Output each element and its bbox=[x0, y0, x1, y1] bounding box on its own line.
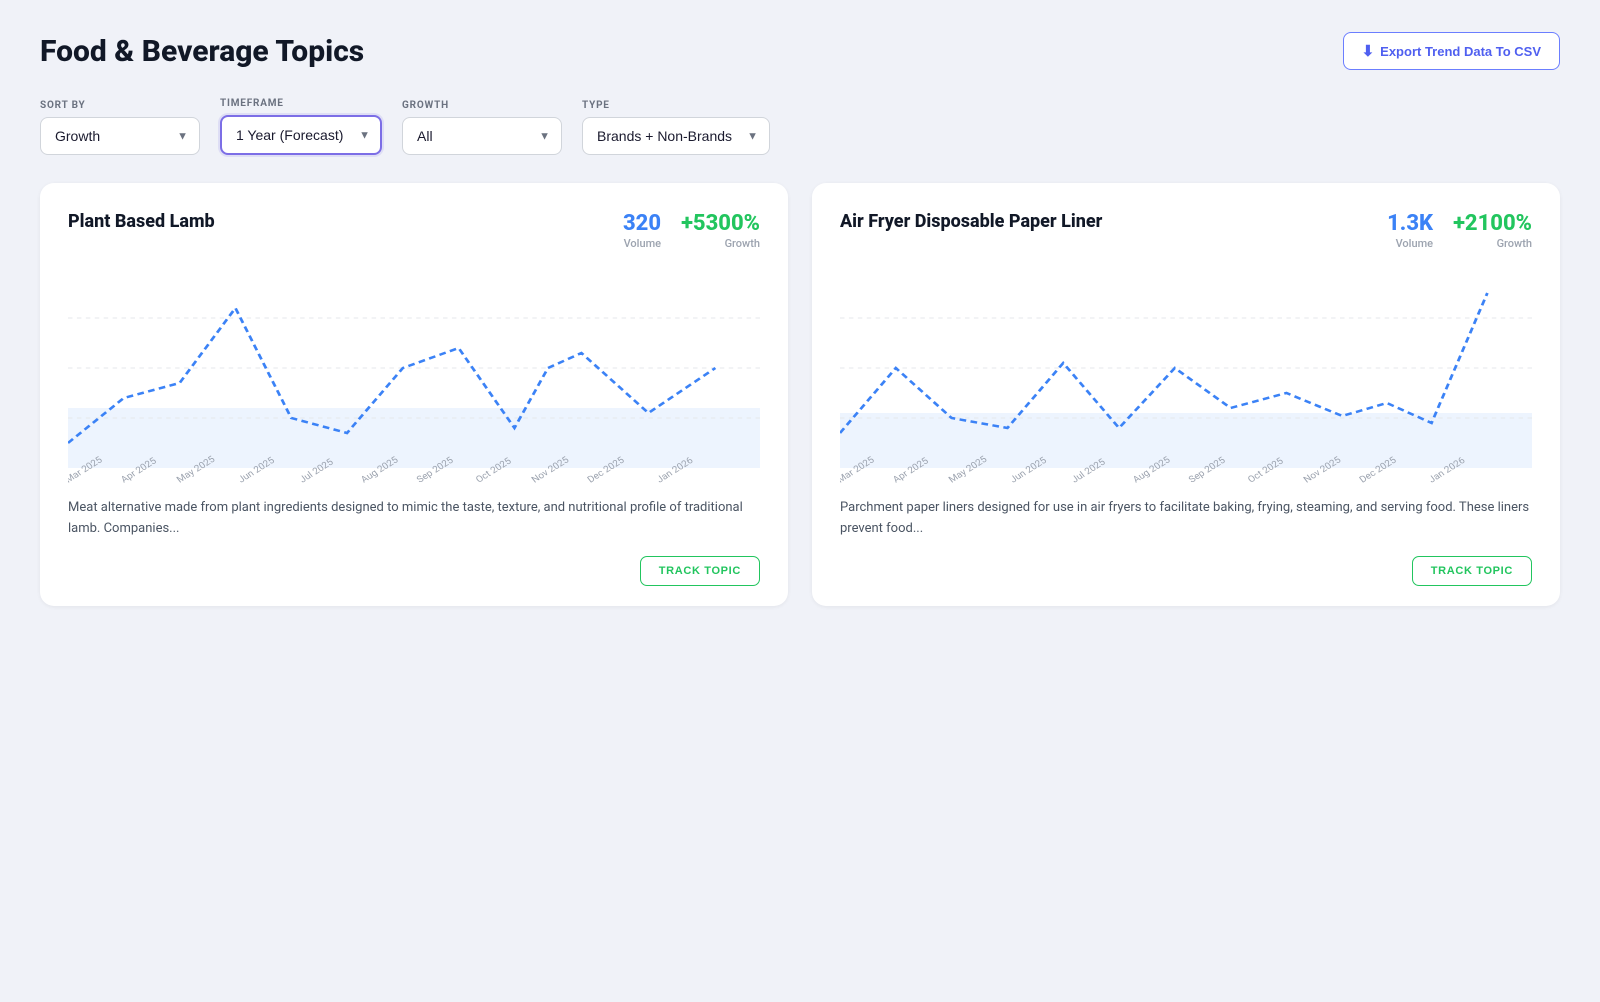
type-select-wrap: Brands + Non-Brands Brands Only Non-Bran… bbox=[582, 117, 770, 155]
sort-by-label: SORT BY bbox=[40, 100, 200, 111]
filters-bar: SORT BY Growth Volume Trending ▼ TIMEFRA… bbox=[40, 98, 1560, 155]
sort-by-select-wrap: Growth Volume Trending ▼ bbox=[40, 117, 200, 155]
cards-grid: Plant Based Lamb 320 Volume +5300% Growt… bbox=[40, 183, 1560, 606]
type-select[interactable]: Brands + Non-Brands Brands Only Non-Bran… bbox=[582, 117, 770, 155]
sort-by-select[interactable]: Growth Volume Trending bbox=[40, 117, 200, 155]
growth-filter: GROWTH All Positive Negative ▼ bbox=[402, 100, 562, 155]
volume-metric-1: 320 Volume bbox=[623, 211, 661, 250]
timeframe-select-wrap: 1 Year (Forecast) 6 Months 3 Months 1 Mo… bbox=[220, 115, 382, 155]
type-filter: TYPE Brands + Non-Brands Brands Only Non… bbox=[582, 100, 770, 155]
card-title-1: Plant Based Lamb bbox=[68, 211, 215, 232]
timeframe-select[interactable]: 1 Year (Forecast) 6 Months 3 Months 1 Mo… bbox=[220, 115, 382, 155]
growth-value-1: +5300% bbox=[681, 211, 760, 237]
volume-value-2: 1.3K bbox=[1387, 211, 1433, 237]
topic-card-1: Plant Based Lamb 320 Volume +5300% Growt… bbox=[40, 183, 788, 606]
export-button[interactable]: ⬇ Export Trend Data To CSV bbox=[1343, 32, 1560, 70]
type-label: TYPE bbox=[582, 100, 770, 111]
topic-card-2: Air Fryer Disposable Paper Liner 1.3K Vo… bbox=[812, 183, 1560, 606]
card-metrics-2: 1.3K Volume +2100% Growth bbox=[1387, 211, 1532, 250]
growth-value-2: +2100% bbox=[1453, 211, 1532, 237]
volume-label-1: Volume bbox=[624, 237, 662, 250]
page-header: Food & Beverage Topics ⬇ Export Trend Da… bbox=[40, 32, 1560, 70]
growth-metric-2: +2100% Growth bbox=[1453, 211, 1532, 250]
track-button-1[interactable]: TRACK TOPIC bbox=[640, 556, 760, 586]
download-icon: ⬇ bbox=[1362, 42, 1375, 60]
card-title-2: Air Fryer Disposable Paper Liner bbox=[840, 211, 1102, 232]
card-header-2: Air Fryer Disposable Paper Liner 1.3K Vo… bbox=[840, 211, 1532, 250]
growth-metric-1: +5300% Growth bbox=[681, 211, 760, 250]
page-title: Food & Beverage Topics bbox=[40, 34, 364, 69]
growth-label-1: Growth bbox=[725, 237, 760, 250]
track-button-2[interactable]: TRACK TOPIC bbox=[1412, 556, 1532, 586]
chart-svg-2: Mar 2025 Apr 2025 May 2025 Jun 2025 Jul … bbox=[840, 268, 1532, 488]
volume-metric-2: 1.3K Volume bbox=[1387, 211, 1433, 250]
timeframe-filter: TIMEFRAME 1 Year (Forecast) 6 Months 3 M… bbox=[220, 98, 382, 155]
growth-select[interactable]: All Positive Negative bbox=[402, 117, 562, 155]
chart-svg-1: Mar 2025 Apr 2025 May 2025 Jun 2025 Jul … bbox=[68, 268, 760, 488]
card-header-1: Plant Based Lamb 320 Volume +5300% Growt… bbox=[68, 211, 760, 250]
card-description-2: Parchment paper liners designed for use … bbox=[840, 498, 1532, 540]
volume-label-2: Volume bbox=[1396, 237, 1434, 250]
timeframe-label: TIMEFRAME bbox=[220, 98, 382, 109]
growth-select-wrap: All Positive Negative ▼ bbox=[402, 117, 562, 155]
volume-value-1: 320 bbox=[623, 211, 661, 237]
card-description-1: Meat alternative made from plant ingredi… bbox=[68, 498, 760, 540]
export-label: Export Trend Data To CSV bbox=[1380, 44, 1541, 59]
chart-area-2: Mar 2025 Apr 2025 May 2025 Jun 2025 Jul … bbox=[840, 268, 1532, 488]
card-footer-1: TRACK TOPIC bbox=[68, 556, 760, 586]
card-footer-2: TRACK TOPIC bbox=[840, 556, 1532, 586]
growth-label-2: Growth bbox=[1497, 237, 1532, 250]
sort-by-filter: SORT BY Growth Volume Trending ▼ bbox=[40, 100, 200, 155]
card-metrics-1: 320 Volume +5300% Growth bbox=[623, 211, 760, 250]
chart-area-1: Mar 2025 Apr 2025 May 2025 Jun 2025 Jul … bbox=[68, 268, 760, 488]
growth-label: GROWTH bbox=[402, 100, 562, 111]
